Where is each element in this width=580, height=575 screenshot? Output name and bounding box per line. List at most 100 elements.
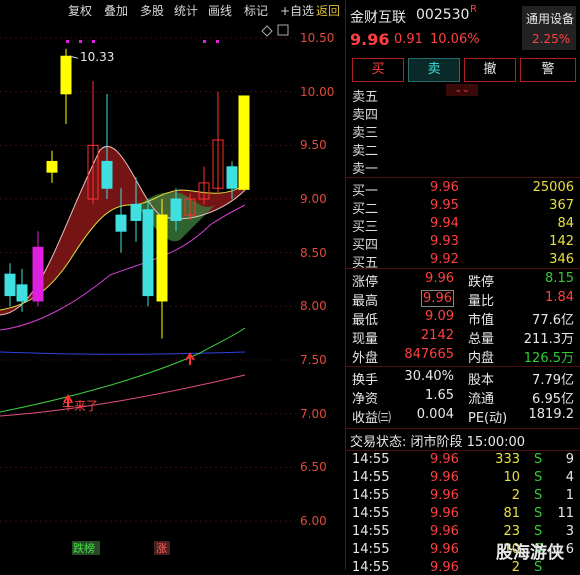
toolbar-item[interactable]: 统计 <box>174 2 198 19</box>
candle-body <box>142 209 154 297</box>
stat-label: 现量 <box>352 332 379 347</box>
trade-side: S <box>534 470 543 485</box>
toolbar-item[interactable]: 复权 <box>68 2 92 19</box>
ask-label: 卖五 <box>352 90 379 105</box>
trade-price: 9.96 <box>430 452 459 467</box>
buy-button[interactable]: 买 <box>352 58 404 82</box>
ma60-line <box>0 351 246 355</box>
ma120-line <box>0 327 246 413</box>
candle-body <box>16 284 28 302</box>
alert-button[interactable]: 警 <box>520 58 576 82</box>
candle-body <box>130 203 142 221</box>
stat-value: 1.84 <box>545 290 574 305</box>
trade-count: 11 <box>557 506 574 521</box>
ask-label: 卖二 <box>352 144 379 159</box>
stat-label: 跌停 <box>468 275 495 290</box>
y-tick-label: 7.00 <box>300 406 327 421</box>
bid-volume: 346 <box>549 252 574 267</box>
y-tick-label: 9.50 <box>300 138 327 153</box>
bid-price: 9.92 <box>430 252 459 267</box>
bottom-label: 跌榜 <box>73 541 95 555</box>
stat-label: 市值 <box>468 313 495 328</box>
bottom-label: 涨 <box>156 542 167 555</box>
trade-side: S <box>534 506 543 521</box>
stat-label: 换手 <box>352 373 379 388</box>
candle-body <box>115 214 127 232</box>
stat-label: 最高 <box>352 294 379 309</box>
price-change-pct: 10.06% <box>430 32 480 47</box>
high-label: 10.33 <box>80 50 114 64</box>
trade-side: S <box>534 524 543 539</box>
stat-label: PE(动) <box>468 411 508 426</box>
candle-body <box>4 273 16 297</box>
stat-value: 6.95亿 <box>532 392 574 407</box>
stock-code: 002530 <box>416 7 470 23</box>
stat-label: 股本 <box>468 373 495 388</box>
toolbar-item[interactable]: 画线 <box>208 2 232 19</box>
y-tick-label: 7.50 <box>300 353 327 367</box>
toolbar-item[interactable]: 多股 <box>140 2 164 19</box>
trade-time: 14:55 <box>352 488 390 503</box>
bid-label: 买一 <box>352 184 379 199</box>
y-tick-label: 8.50 <box>300 245 327 260</box>
ask-label: 卖三 <box>352 126 379 141</box>
trade-volume: 10 <box>503 470 520 485</box>
stat-value: 9.96 <box>421 290 454 307</box>
quote-panel: 金财互联 002530 R 9.96 0.91 10.06% 通用设备 2.25… <box>346 0 580 575</box>
signal-dot <box>66 40 69 43</box>
divider <box>346 366 580 367</box>
stat-value: 0.004 <box>416 407 454 422</box>
sector-label: 通用设备 <box>526 12 575 26</box>
bid-label: 买三 <box>352 220 379 235</box>
stat-label: 收益㈢ <box>352 411 392 426</box>
trade-price: 9.96 <box>430 542 459 557</box>
bid-volume: 84 <box>557 216 574 231</box>
trade-price: 9.96 <box>430 524 459 539</box>
stat-value: 1.65 <box>425 388 454 403</box>
trade-count: 1 <box>565 488 574 503</box>
stat-label: 涨停 <box>352 275 379 290</box>
bid-price: 9.95 <box>430 198 459 213</box>
y-tick-label: 6.00 <box>300 514 327 528</box>
trade-time: 14:55 <box>352 506 390 521</box>
toolbar-item[interactable]: +自选 <box>280 2 314 19</box>
collapse-icon[interactable]: ⌄⌄ <box>446 84 478 96</box>
candle-body <box>238 95 250 190</box>
trade-price: 9.96 <box>430 506 459 521</box>
sector-box[interactable]: 通用设备 2.25% <box>522 6 576 50</box>
trade-price: 9.96 <box>430 470 459 485</box>
y-tick-label: 10.00 <box>300 84 335 99</box>
stat-label: 总量 <box>468 332 495 347</box>
stat-label: 内盘 <box>468 351 495 366</box>
candle-body <box>156 214 168 302</box>
watermark: 股海游侠 <box>496 543 564 563</box>
toolbar-item[interactable]: 标记 <box>244 2 268 19</box>
signal-dot <box>92 40 95 43</box>
toolbar-item[interactable]: 返回 <box>316 2 340 19</box>
trade-count: 3 <box>565 524 574 539</box>
divider <box>346 268 580 269</box>
cancel-button[interactable]: 撤 <box>464 58 516 82</box>
trade-time: 14:55 <box>352 542 390 557</box>
trade-side: S <box>534 488 543 503</box>
ask-label: 卖一 <box>352 162 379 177</box>
toolbar-item[interactable]: 叠加 <box>104 2 128 19</box>
sector-pct: 2.25% <box>532 32 571 46</box>
bid-price: 9.94 <box>430 216 459 231</box>
divider <box>346 428 580 429</box>
y-tick-label: 9.00 <box>300 192 327 206</box>
trade-volume: 81 <box>503 506 520 521</box>
trade-volume: 333 <box>495 452 520 467</box>
candlestick-chart[interactable]: 10.33 牛来了跌榜 涨 <box>0 20 296 570</box>
y-tick-label: 10.50 <box>300 31 335 45</box>
stat-value: 30.40% <box>404 369 454 384</box>
trade-count: 6 <box>565 542 574 557</box>
sell-button[interactable]: 卖 <box>408 58 460 82</box>
stat-label: 最低 <box>352 313 379 328</box>
stat-value: 2142 <box>420 328 454 343</box>
stat-value: 126.5万 <box>523 351 574 366</box>
trade-time: 14:55 <box>352 470 390 485</box>
trade-price: 9.96 <box>430 488 459 503</box>
y-tick-label: 8.00 <box>300 299 327 314</box>
trading-status: 交易状态: 闭市阶段 15:00:00 <box>350 435 526 450</box>
